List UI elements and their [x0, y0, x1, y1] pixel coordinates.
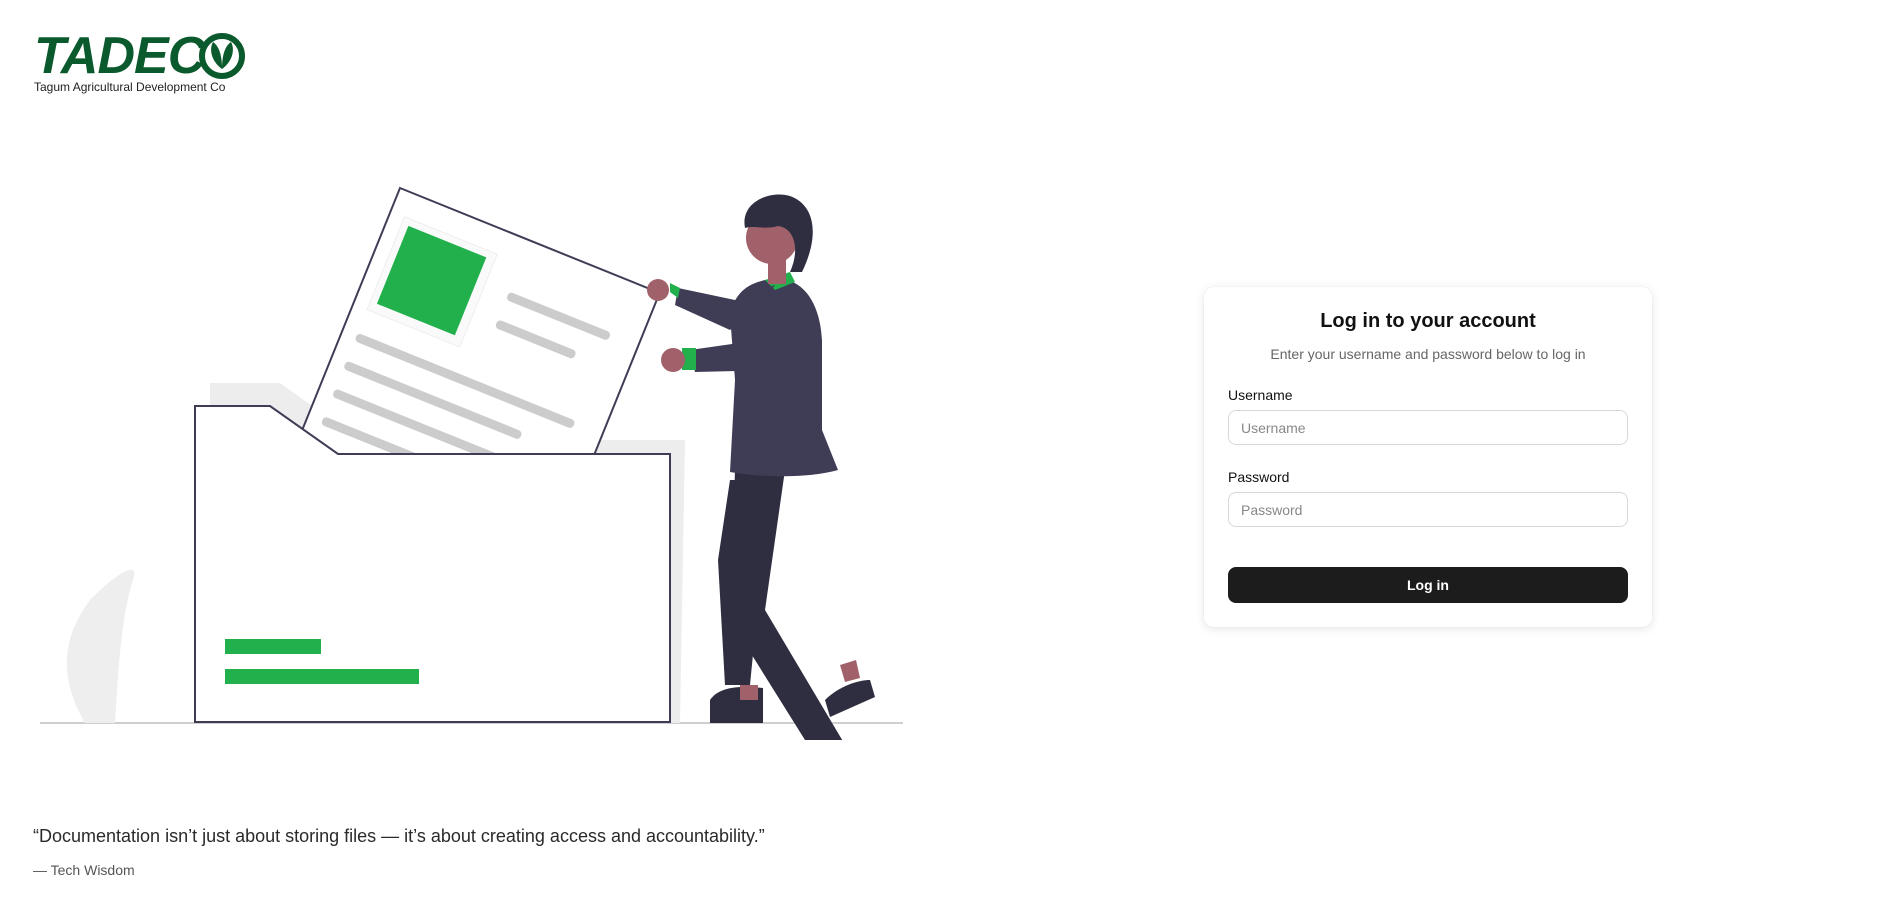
- folder-label-bar-2: [225, 669, 419, 684]
- quote-text: “Documentation isn’t just about storing …: [33, 826, 765, 846]
- document-filing-illustration: [40, 186, 903, 740]
- logo-wordmark: TADEC: [34, 27, 205, 85]
- company-logo: TADEC Tagum Agricultural Development Co: [34, 30, 274, 100]
- login-page: TADEC Tagum Agricultural Development Co: [0, 0, 1895, 909]
- login-subtitle: Enter your username and password below t…: [1270, 346, 1586, 362]
- password-input[interactable]: [1228, 492, 1628, 527]
- plant-icon: [66, 569, 135, 723]
- password-label: Password: [1228, 469, 1290, 485]
- quote-author: — Tech Wisdom: [33, 862, 135, 878]
- login-card: Log in to your account Enter your userna…: [1204, 287, 1652, 627]
- logo-tagline: Tagum Agricultural Development Co: [34, 80, 226, 94]
- login-title: Log in to your account: [1320, 310, 1536, 332]
- logo-leaf-o-icon: [199, 33, 245, 79]
- login-button[interactable]: Log in: [1228, 567, 1628, 603]
- username-input[interactable]: [1228, 410, 1628, 445]
- folder-label-bar-1: [225, 639, 321, 654]
- username-label: Username: [1228, 387, 1293, 403]
